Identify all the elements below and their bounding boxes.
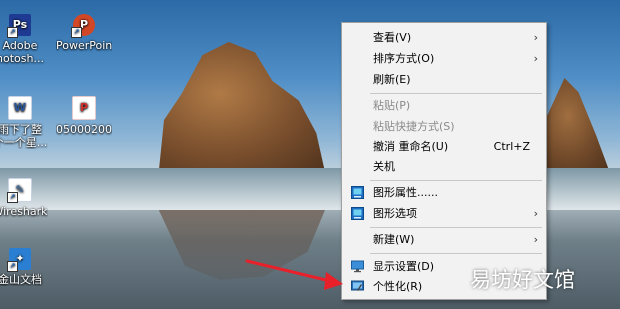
powerpoint-icon: P ↗	[71, 14, 95, 38]
chevron-right-icon: ›	[533, 233, 538, 246]
chevron-right-icon: ›	[533, 52, 538, 65]
menu-item-label: 粘贴快捷方式(S)	[373, 120, 455, 133]
menu-item-label: 撤消 重命名(U)	[373, 140, 449, 153]
menu-item-paste[interactable]: 粘贴(P)	[342, 95, 546, 116]
menu-item-label: 刷新(E)	[373, 73, 411, 86]
wireshark-icon: ✎ ↗	[7, 178, 32, 203]
menu-item-label: 显示设置(D)	[373, 260, 435, 273]
menu-item-label: 图形选项	[373, 207, 417, 220]
shortcut-arrow-icon: ↗	[7, 192, 18, 203]
menu-item-label: 个性化(R)	[373, 280, 423, 293]
graphics-icon	[351, 207, 364, 220]
rock-reflection	[158, 210, 325, 280]
menu-item-graphics-options[interactable]: 图形选项 ›	[342, 203, 546, 224]
photoshop-icon: Ps ↗	[7, 14, 31, 38]
menu-separator	[370, 93, 542, 94]
menu-item-label: 新建(W)	[373, 233, 415, 246]
menu-item-label: 关机	[373, 160, 395, 173]
graphics-icon	[351, 186, 364, 199]
menu-item-label: 查看(V)	[373, 31, 412, 44]
desktop-icon-word-doc[interactable]: W 雨下了整 个一个星...	[0, 96, 48, 149]
desktop-context-menu: 查看(V) › 排序方式(O) › 刷新(E) 粘贴(P) 粘贴快捷方式(S) …	[341, 22, 547, 300]
rock-formation	[158, 42, 325, 172]
kdocs-icon: ✦ ↗	[7, 248, 31, 272]
desktop-icon-label: Wireshark	[0, 205, 48, 218]
menu-item-new[interactable]: 新建(W) ›	[342, 229, 546, 250]
desktop-icon-wireshark[interactable]: ✎↗ Wireshark	[0, 178, 48, 218]
desktop-icon-pdf-doc[interactable]: P 05000200...	[56, 96, 112, 136]
desktop-icon-label-line2: hotosh...	[0, 52, 44, 65]
menu-item-label: 粘贴(P)	[373, 99, 411, 112]
pdf-document-icon: P	[72, 96, 96, 120]
menu-item-label: 排序方式(O)	[373, 52, 435, 65]
menu-item-shortcut: Ctrl+Z	[493, 140, 530, 153]
word-document-icon: W	[8, 96, 32, 120]
menu-item-sort-by[interactable]: 排序方式(O) ›	[342, 48, 546, 69]
desktop-icon-powerpoint[interactable]: P ↗ PowerPoint	[56, 14, 112, 52]
menu-item-undo-rename[interactable]: 撤消 重命名(U) Ctrl+Z	[342, 136, 546, 157]
shortcut-arrow-icon: ↗	[71, 27, 82, 38]
menu-item-refresh[interactable]: 刷新(E)	[342, 69, 546, 90]
menu-separator	[370, 227, 542, 228]
menu-item-view[interactable]: 查看(V) ›	[342, 27, 546, 48]
watermark-text: 易坊好文馆	[470, 268, 575, 292]
desktop-icon-label: 金山文档	[0, 273, 42, 286]
menu-item-shutdown[interactable]: 关机	[342, 156, 546, 177]
chevron-right-icon: ›	[533, 31, 538, 44]
menu-separator	[370, 253, 542, 254]
menu-item-label: 图形属性......	[373, 186, 438, 199]
desktop-icon-label: 雨下了整	[0, 123, 42, 136]
desktop-icon-label: 05000200...	[56, 123, 112, 136]
display-icon	[351, 260, 364, 273]
desktop-icon-label: PowerPoint	[56, 39, 112, 52]
shortcut-arrow-icon: ↗	[7, 261, 18, 272]
menu-item-paste-shortcut[interactable]: 粘贴快捷方式(S)	[342, 116, 546, 137]
desktop-icon-photoshop[interactable]: Ps ↗ Adobe hotosh...	[0, 14, 48, 65]
desktop-icon-kdocs[interactable]: ✦ ↗ 金山文档	[0, 248, 48, 286]
menu-item-graphics-properties[interactable]: 图形属性......	[342, 182, 546, 203]
desktop-icon-label-line2: 个一个星...	[0, 136, 48, 149]
desktop-icon-label: Adobe	[2, 39, 38, 52]
menu-separator	[370, 180, 542, 181]
shortcut-arrow-icon: ↗	[7, 27, 18, 38]
chevron-right-icon: ›	[533, 207, 538, 220]
rock-formation-right	[540, 78, 610, 173]
personalize-icon	[351, 280, 364, 291]
